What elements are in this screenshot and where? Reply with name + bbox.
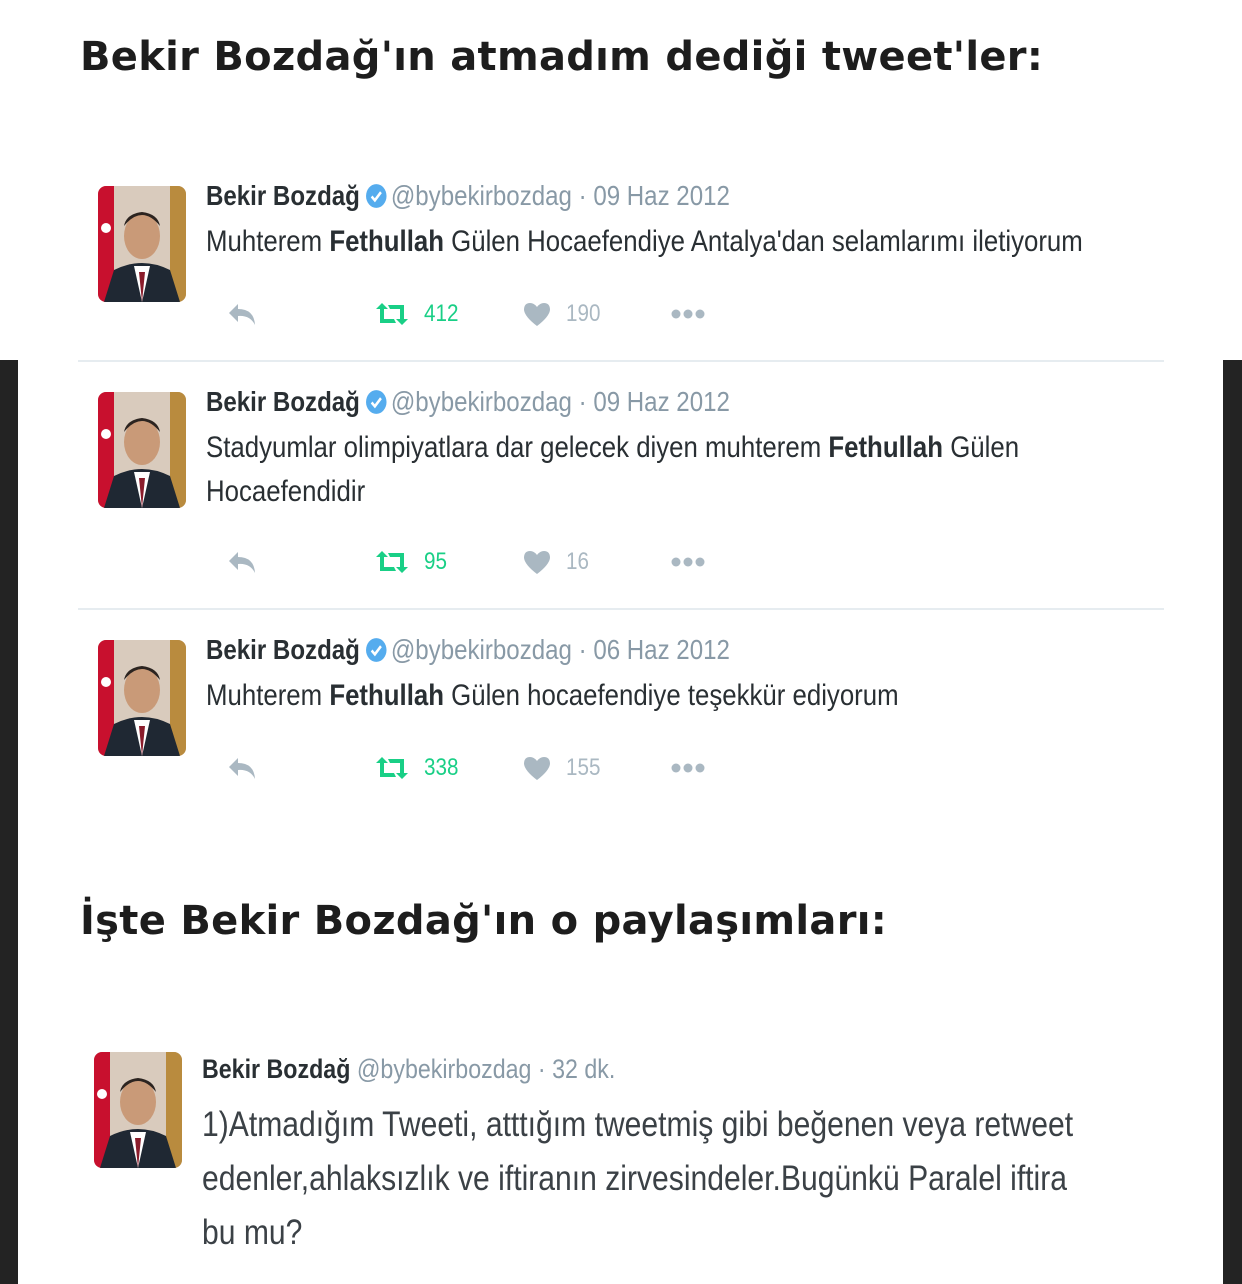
- retweet-icon: [376, 757, 408, 779]
- tweet-actions: 95 16: [206, 542, 766, 582]
- retweet-icon: [376, 551, 408, 573]
- retweet-button[interactable]: 95: [374, 542, 451, 582]
- retweet-button[interactable]: 412: [374, 294, 464, 334]
- tweet-text: 1)Atmadığım Tweeti, atttığım tweetmiş gi…: [202, 1105, 1074, 1252]
- handle-and-date[interactable]: @bybekirbozdag · 09 Haz 2012: [391, 180, 730, 211]
- handle-and-date[interactable]: @bybekirbozdag · 06 Haz 2012: [391, 634, 730, 665]
- retweet-icon: [376, 303, 408, 325]
- more-dots-icon: [671, 557, 705, 567]
- like-heart-icon: [524, 551, 550, 574]
- tweet-text: Stadyumlar olimpiyatlara dar gelecek diy…: [206, 426, 1032, 514]
- author-name[interactable]: Bekir Bozdağ: [206, 386, 360, 417]
- avatar[interactable]: [98, 392, 186, 508]
- tweet-text-part: Muhterem: [206, 679, 330, 712]
- tweet-text-bold: Fethullah: [329, 225, 444, 258]
- avatar-portrait-icon: [94, 1052, 182, 1168]
- more-button[interactable]: [670, 748, 706, 788]
- tweet-text-bold: Fethullah: [828, 431, 944, 464]
- reply-icon: [229, 758, 255, 779]
- like-heart-icon: [524, 303, 550, 326]
- avatar-portrait-icon: [98, 186, 186, 302]
- more-button[interactable]: [670, 542, 706, 582]
- like-count: 16: [566, 548, 589, 575]
- reply-button[interactable]: [226, 294, 258, 334]
- avatar[interactable]: [98, 186, 186, 302]
- handle-and-time[interactable]: @bybekirbozdag · 32 dk.: [357, 1054, 615, 1084]
- tweet-actions: 338 155: [206, 748, 766, 788]
- retweet-count: 95: [424, 548, 447, 575]
- reply-button[interactable]: [226, 542, 258, 582]
- reply-button[interactable]: [226, 748, 258, 788]
- tweet-text-part: Stadyumlar olimpiyatlara dar gelecek diy…: [206, 431, 829, 464]
- reply-icon: [229, 304, 255, 325]
- section-heading-denied-tweets: Bekir Bozdağ'ın atmadım dediği tweet'ler…: [80, 34, 1044, 80]
- tweet-card: Bekir Bozdağ @bybekirbozdag · 06 Haz 2012…: [78, 610, 1164, 810]
- like-count: 190: [566, 300, 601, 327]
- retweet-count: 338: [424, 754, 459, 781]
- tweet-header: Bekir Bozdağ @bybekirbozdag · 06 Haz 2012: [206, 634, 730, 666]
- like-button[interactable]: 155: [522, 748, 606, 788]
- like-count: 155: [566, 754, 601, 781]
- verified-badge-icon: [365, 390, 387, 414]
- tweet-text-part: Gülen Hocaefendiye Antalya'dan selamları…: [443, 225, 1083, 258]
- handle-and-date[interactable]: @bybekirbozdag · 09 Haz 2012: [391, 386, 730, 417]
- like-button[interactable]: 16: [522, 542, 593, 582]
- author-name[interactable]: Bekir Bozdağ: [202, 1054, 350, 1084]
- like-button[interactable]: 190: [522, 294, 606, 334]
- avatar-portrait-icon: [98, 392, 186, 508]
- tweet-card: Bekir Bozdağ @bybekirbozdag · 09 Haz 2012…: [78, 362, 1164, 610]
- verified-badge-icon: [365, 638, 387, 662]
- avatar-portrait-icon: [98, 640, 186, 756]
- tweet-header: Bekir Bozdağ @bybekirbozdag · 09 Haz 2012: [206, 180, 730, 212]
- avatar[interactable]: [94, 1052, 182, 1168]
- more-dots-icon: [671, 763, 705, 773]
- more-button[interactable]: [670, 294, 706, 334]
- author-name[interactable]: Bekir Bozdağ: [206, 634, 360, 665]
- more-dots-icon: [671, 309, 705, 319]
- tweet-actions: 412 190: [206, 294, 766, 334]
- tweet-text: Muhterem Fethullah Gülen hocaefendiye te…: [206, 674, 1109, 718]
- tweet-text-part: Gülen hocaefendiye teşekkür ediyorum: [443, 679, 899, 712]
- tweet-header: Bekir Bozdağ @bybekirbozdag · 09 Haz 2012: [206, 386, 730, 418]
- like-heart-icon: [524, 757, 550, 780]
- author-name[interactable]: Bekir Bozdağ: [206, 180, 360, 211]
- tweet-header: Bekir Bozdağ @bybekirbozdag · 32 dk.: [202, 1054, 615, 1085]
- reply-icon: [229, 552, 255, 573]
- retweet-button[interactable]: 338: [374, 748, 464, 788]
- article-card: Bekir Bozdağ'ın atmadım dediği tweet'ler…: [18, 0, 1223, 1284]
- tweet-text: Muhterem Fethullah Gülen Hocaefendiye An…: [206, 220, 1109, 264]
- tweet-card: Bekir Bozdağ @bybekirbozdag · 32 dk. 1)A…: [74, 1030, 1160, 1284]
- verified-badge-icon: [365, 184, 387, 208]
- tweet-text-bold: Fethullah: [329, 679, 444, 712]
- tweet-card: Bekir Bozdağ @bybekirbozdag · 09 Haz 2012…: [78, 168, 1164, 362]
- avatar[interactable]: [98, 640, 186, 756]
- section-heading-actual-posts: İşte Bekir Bozdağ'ın o paylaşımları:: [80, 898, 888, 944]
- tweet-text-part: Muhterem: [206, 225, 330, 258]
- retweet-count: 412: [424, 300, 459, 327]
